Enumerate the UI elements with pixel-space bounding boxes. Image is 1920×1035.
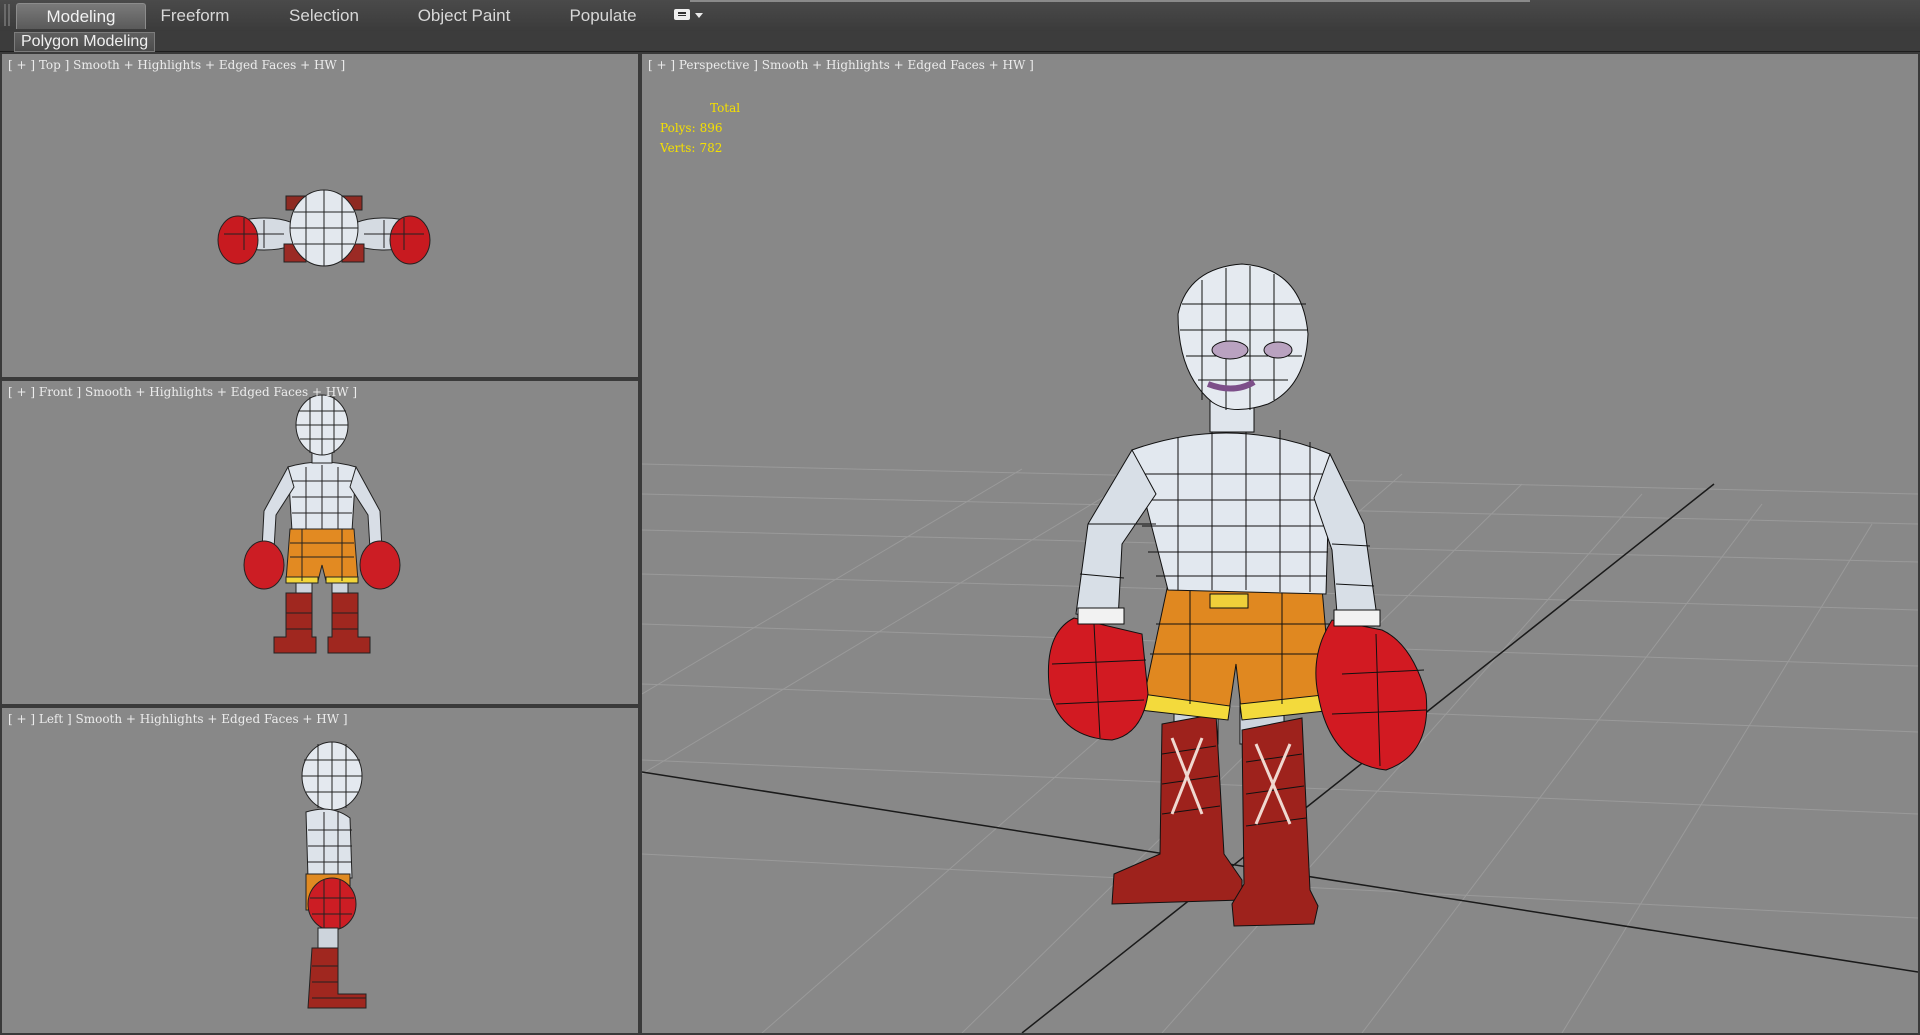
tab-populate[interactable]: Populate — [562, 3, 644, 29]
polygon-modeling-panel-label[interactable]: Polygon Modeling — [14, 32, 156, 52]
tab-modeling[interactable]: Modeling — [16, 3, 146, 29]
ribbon-options-icon — [674, 9, 690, 20]
left-view-model — [301, 741, 367, 1009]
viewport-top[interactable]: [ + ] Top ] Smooth + Highlights + Edged … — [0, 52, 640, 379]
stats-verts-value: 782 — [699, 141, 723, 155]
stats-total-heading: Total — [710, 101, 741, 115]
viewport-perspective-label[interactable]: [ + ] Perspective ] Smooth + Highlights … — [648, 58, 1034, 72]
front-view-model — [243, 394, 401, 654]
ribbon-grip-handle[interactable] — [4, 4, 10, 26]
tab-object-paint[interactable]: Object Paint — [408, 3, 520, 29]
viewport-left-label[interactable]: [ + ] Left ] Smooth + Highlights + Edged… — [8, 712, 348, 726]
boxer-character-model — [1047, 263, 1428, 927]
stats-polys-value: 896 — [699, 121, 723, 135]
ribbon-options-button[interactable] — [672, 7, 706, 23]
stats-polys-row: Polys: 896 — [660, 118, 740, 138]
viewport-front-label[interactable]: [ + ] Front ] Smooth + Highlights + Edge… — [8, 385, 357, 399]
tab-freeform[interactable]: Freeform — [150, 3, 240, 29]
viewport-perspective[interactable]: [ + ] Perspective ] Smooth + Highlights … — [640, 52, 1920, 1035]
stats-verts-label: Verts: — [660, 141, 696, 155]
viewport-front[interactable]: [ + ] Front ] Smooth + Highlights + Edge… — [0, 379, 640, 706]
ribbon-tab-bar: Modeling Freeform Selection Object Paint… — [0, 0, 1920, 32]
chevron-down-icon — [695, 13, 703, 18]
top-view-model — [217, 189, 431, 267]
ribbon-top-divider — [690, 0, 1530, 2]
viewport-top-label[interactable]: [ + ] Top ] Smooth + Highlights + Edged … — [8, 58, 345, 72]
perspective-scene — [642, 263, 1918, 1033]
ribbon-panel-bar: Polygon Modeling — [0, 31, 1920, 52]
stats-verts-row: Verts: 782 — [660, 138, 740, 158]
stats-polys-label: Polys: — [660, 121, 696, 135]
polygon-statistics: Total Polys: 896 Verts: 782 — [660, 98, 740, 158]
viewport-left[interactable]: [ + ] Left ] Smooth + Highlights + Edged… — [0, 706, 640, 1035]
tab-selection[interactable]: Selection — [278, 3, 370, 29]
